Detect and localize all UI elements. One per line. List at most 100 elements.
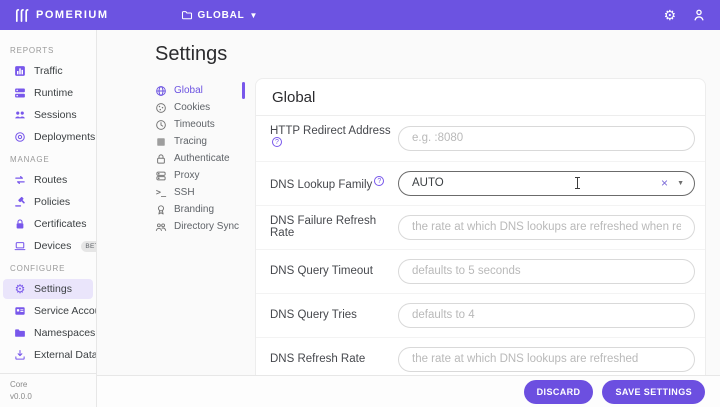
sidebar-item-label: Namespaces: [34, 327, 95, 339]
settings-panel: Global HTTP Redirect Address? DNS Lookup…: [255, 78, 706, 375]
sidebar-item-service-accounts[interactable]: Service Accounts: [3, 301, 93, 321]
http-redirect-address-input[interactable]: [398, 126, 695, 151]
sidebar-item-traffic[interactable]: Traffic: [3, 61, 93, 81]
cookie-icon: [155, 102, 167, 114]
sidebar-item-settings[interactable]: ⚙ Settings: [3, 279, 93, 299]
padlock-icon: [155, 153, 167, 165]
sidebar-item-label: Settings: [34, 283, 72, 295]
stack-list-icon: [14, 87, 26, 99]
subnav-item-authenticate[interactable]: Authenticate: [155, 150, 251, 167]
beta-badge: BETA: [81, 241, 96, 252]
subnav-item-label: Cookies: [174, 102, 210, 113]
subnav-item-ssh[interactable]: >_ SSH: [155, 184, 251, 201]
gear-icon: ⚙: [14, 283, 26, 295]
folder-icon: [14, 327, 26, 339]
sidebar-item-label: Sessions: [34, 109, 77, 121]
help-icon[interactable]: ?: [374, 176, 384, 186]
sidebar-item-label: Runtime: [34, 87, 73, 99]
sidebar-footer: Core v0.0.0: [0, 373, 96, 407]
field-row-http-redirect-address: HTTP Redirect Address?: [256, 116, 705, 162]
sidebar-item-routes[interactable]: Routes: [3, 170, 93, 190]
page-title: Settings: [155, 43, 720, 66]
terminal-icon: >_: [155, 187, 167, 199]
subnav-item-tracing[interactable]: Tracing: [155, 133, 251, 150]
lock-icon: [14, 218, 26, 230]
discard-button[interactable]: DISCARD: [524, 380, 594, 404]
subnav-item-label: Global: [174, 85, 203, 96]
dropdown-caret-icon[interactable]: ▼: [677, 180, 684, 187]
gavel-icon: [14, 196, 26, 208]
people-icon: [14, 109, 26, 121]
field-label: DNS Query Tries: [270, 309, 398, 321]
folder-icon: [181, 9, 193, 21]
field-label: DNS Query Timeout: [270, 265, 398, 277]
sidebar-item-policies[interactable]: Policies: [3, 192, 93, 212]
namespace-label: GLOBAL: [198, 10, 245, 21]
sidebar-item-certificates[interactable]: Certificates: [3, 214, 93, 234]
server-stack-icon: [155, 170, 167, 182]
clock-icon: [155, 119, 167, 131]
field-row-dns-failure-refresh-rate: DNS Failure Refresh Rate: [256, 206, 705, 250]
import-data-icon: [14, 349, 26, 361]
clear-selection-icon[interactable]: ×: [661, 177, 668, 189]
field-row-dns-query-timeout: DNS Query Timeout: [256, 250, 705, 294]
sidebar-item-label: Traffic: [34, 65, 63, 77]
dns-query-timeout-input[interactable]: [398, 259, 695, 284]
sidebar-item-label: Certificates: [34, 218, 87, 230]
namespace-switcher[interactable]: GLOBAL ▼: [181, 9, 259, 21]
field-label: DNS Failure Refresh Rate: [270, 215, 398, 239]
subnav-item-label: Directory Sync: [174, 221, 239, 232]
bar-chart-icon: [14, 65, 26, 77]
subnav-item-directory-sync[interactable]: Directory Sync: [155, 218, 251, 235]
square-icon: [155, 136, 167, 148]
field-row-dns-lookup-family: DNS Lookup Family? × ▼: [256, 162, 705, 206]
action-bar: DISCARD SAVE SETTINGS: [97, 375, 720, 407]
sidebar-item-devices[interactable]: Devices BETA: [3, 236, 93, 256]
sidebar-item-label: External Data: [34, 349, 96, 361]
subnav-item-label: Tracing: [174, 136, 207, 147]
settings-gear-icon[interactable]: ⚙: [663, 8, 676, 22]
sidebar-item-deployments[interactable]: Deployments: [3, 127, 93, 147]
field-label: DNS Refresh Rate: [270, 353, 398, 365]
badge-icon: [14, 305, 26, 317]
settings-subnav: Global Cookies Timeouts: [155, 78, 251, 375]
sidebar: REPORTS Traffic Runtime Sessions: [0, 30, 97, 407]
subnav-item-branding[interactable]: Branding: [155, 201, 251, 218]
subnav-item-label: Authenticate: [174, 153, 230, 164]
sidebar-item-label: Policies: [34, 196, 70, 208]
subnav-item-global[interactable]: Global: [155, 82, 251, 99]
brand-name: POMERIUM: [36, 9, 109, 21]
laptop-icon: [14, 240, 26, 252]
brand: POMERIUM: [14, 8, 109, 23]
field-row-dns-refresh-rate: DNS Refresh Rate: [256, 338, 705, 375]
sidebar-item-runtime[interactable]: Runtime: [3, 83, 93, 103]
section-title-reports: REPORTS: [0, 40, 96, 59]
dns-query-tries-input[interactable]: [398, 303, 695, 328]
dns-lookup-family-select[interactable]: [398, 171, 695, 196]
subnav-item-cookies[interactable]: Cookies: [155, 99, 251, 116]
dns-refresh-rate-input[interactable]: [398, 347, 695, 372]
chevron-down-icon: ▼: [250, 11, 259, 20]
subnav-item-label: SSH: [174, 187, 195, 198]
sidebar-item-external-data[interactable]: External Data: [3, 345, 93, 365]
sidebar-item-sessions[interactable]: Sessions: [3, 105, 93, 125]
topbar: POMERIUM GLOBAL ▼ ⚙: [0, 0, 720, 30]
field-label: HTTP Redirect Address?: [270, 125, 398, 152]
subnav-item-proxy[interactable]: Proxy: [155, 167, 251, 184]
subnav-item-timeouts[interactable]: Timeouts: [155, 116, 251, 133]
panel-title: Global: [256, 79, 705, 116]
pomerium-logo-icon: [14, 8, 29, 23]
sidebar-item-label: Devices: [34, 240, 71, 252]
help-icon[interactable]: ?: [272, 137, 282, 147]
field-row-dns-query-tries: DNS Query Tries: [256, 294, 705, 338]
section-title-manage: MANAGE: [0, 149, 96, 168]
subnav-item-label: Proxy: [174, 170, 200, 181]
dns-failure-refresh-rate-input[interactable]: [398, 215, 695, 240]
save-settings-button[interactable]: SAVE SETTINGS: [602, 380, 705, 404]
sidebar-item-label: Deployments: [34, 131, 95, 143]
target-icon: [14, 131, 26, 143]
sidebar-item-namespaces[interactable]: Namespaces: [3, 323, 93, 343]
user-account-icon[interactable]: [692, 8, 706, 22]
subnav-item-label: Branding: [174, 204, 214, 215]
globe-icon: [155, 85, 167, 97]
